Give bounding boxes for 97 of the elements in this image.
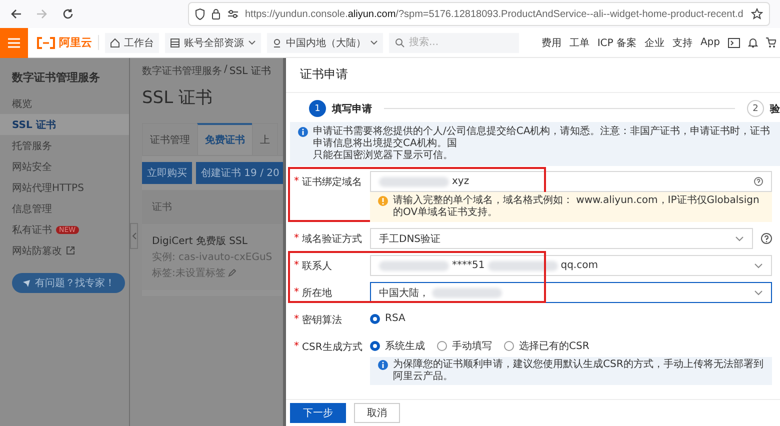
sliders-icon <box>227 8 239 20</box>
chevron-down-icon <box>735 236 744 242</box>
info-icon <box>298 127 308 137</box>
redaction-blur <box>432 288 502 298</box>
breadcrumb-item[interactable]: 数字证书管理服务 <box>142 64 222 78</box>
action-button[interactable]: 创建证书 19 / 20 <box>196 162 283 184</box>
caret-icon <box>370 40 378 46</box>
select-field[interactable]: 手工DNS验证 <box>370 228 753 249</box>
field-value: xyz <box>452 176 470 187</box>
required-mark: * <box>294 233 299 244</box>
reload-icon[interactable] <box>62 8 74 20</box>
redaction-blur <box>488 260 558 270</box>
breadcrumb-separator: / <box>224 64 228 77</box>
radio-button[interactable] <box>437 340 447 350</box>
radio-button[interactable] <box>504 340 514 350</box>
nav-link[interactable]: 企业 <box>644 36 664 50</box>
required-mark: * <box>294 260 299 271</box>
step-number: 2 <box>747 100 764 117</box>
warning-icon <box>378 196 388 206</box>
radio-option[interactable]: RSA <box>370 313 406 324</box>
chevron-down-icon <box>754 290 763 296</box>
chevron-left-icon <box>132 232 136 240</box>
terminal-icon[interactable] <box>728 38 740 48</box>
drawer-title: 证书申请 <box>286 58 780 93</box>
region-dropdown[interactable]: 中国内地（大陆） <box>267 32 383 52</box>
info-icon <box>378 360 388 370</box>
required-mark: * <box>294 287 299 298</box>
nav-link[interactable]: ICP 备案 <box>597 36 636 50</box>
step-number: 1 <box>309 100 326 117</box>
help-button[interactable]: 有问题？找专家！ <box>12 273 125 293</box>
field-label: 证书绑定域名 <box>302 176 362 188</box>
cart-icon[interactable] <box>766 37 776 48</box>
radio-option[interactable]: 手动填写 <box>437 338 492 352</box>
chevron-down-icon <box>754 262 763 268</box>
step-label: 验 <box>770 102 780 116</box>
lock-icon <box>211 8 221 20</box>
field-value: 手工DNS验证 <box>379 232 441 246</box>
nav-link[interactable]: 工单 <box>569 36 590 50</box>
workbench-button[interactable]: 工作台 <box>105 32 159 52</box>
menu-icon <box>7 36 21 48</box>
url-text: https://yundun.console.aliyun.com/?spm=5176.12818093.ProductAndService--ali--widget-home-product-recent.d <box>245 8 744 20</box>
action-button[interactable]: 立即购买 <box>142 162 192 184</box>
notice-text: 只能在国密浏览器下显示可信。 <box>313 150 454 162</box>
radio-option[interactable]: 系统生成 <box>370 338 425 352</box>
collapse-handle[interactable] <box>130 223 138 249</box>
field-label: 密钥算法 <box>302 314 342 326</box>
required-mark: * <box>294 341 299 352</box>
radio-button[interactable] <box>370 340 380 350</box>
sidebar-item[interactable]: SSL 证书 <box>0 114 129 135</box>
back-icon[interactable] <box>10 8 22 20</box>
note-text: 为保障您的证书顺利申请，建议您使用默认生成CSR的方式，手动上传将无法部署到阿里云产品。 <box>393 359 764 383</box>
field-label: CSR生成方式 <box>302 340 362 354</box>
logo-icon <box>36 36 56 48</box>
logo: 阿里云 <box>34 35 99 50</box>
field-label: 域名验证方式 <box>302 232 362 246</box>
nav-link[interactable]: 费用 <box>541 36 562 50</box>
bell-icon[interactable] <box>748 37 758 48</box>
field-value: 中国大陆， <box>379 286 429 300</box>
nav-link[interactable]: 支持 <box>672 36 692 50</box>
column-header: 证书 <box>142 190 283 224</box>
redaction-blur <box>379 260 449 270</box>
search-field[interactable]: 搜索... <box>389 32 519 52</box>
step-label: 填写申请 <box>332 102 372 116</box>
page-title: SSL 证书 <box>142 87 214 109</box>
select-field[interactable]: ****51 qq.com <box>370 255 772 276</box>
breadcrumb-item: SSL 证书 <box>229 64 271 78</box>
nav-link[interactable]: App <box>700 37 720 48</box>
required-mark: * <box>294 314 299 325</box>
radio-button[interactable] <box>370 314 380 324</box>
redaction-blur <box>379 176 449 186</box>
menu-button[interactable] <box>0 28 28 58</box>
next-button[interactable]: 下一步 <box>290 403 346 423</box>
input-field[interactable]: xyz <box>370 171 772 192</box>
list-icon <box>170 38 180 48</box>
hint-text: 请输入完整的单个域名，域名格式例如： www.aliyun.com，IP证书仅Globalsign的OV单域名证书支持。 <box>393 195 760 219</box>
shield-icon <box>195 8 205 20</box>
notice-text: 申请证书需要将您提供的个人/公司信息提交给CA机构，请知悉。注意：非国产证书，申请证书时，证书申请信息将出境提交CA机构。国 <box>313 126 772 150</box>
radio-label: 手动填写 <box>452 340 492 352</box>
field-label: 所在地 <box>302 286 332 300</box>
star-icon[interactable] <box>751 8 763 20</box>
certificate-name: DigiCert 免费版 SSL <box>152 234 248 248</box>
search-icon <box>395 38 405 48</box>
radio-label: 选择已有的CSR <box>519 340 590 352</box>
sidebar-title: 数字证书管理服务 <box>10 70 101 86</box>
caret-icon <box>248 40 256 46</box>
cancel-button[interactable]: 取消 <box>354 403 400 423</box>
radio-option[interactable]: 选择已有的CSR <box>504 338 590 352</box>
radio-label: 系统生成 <box>385 340 425 352</box>
address-bar[interactable]: https://yundun.console.aliyun.com/?spm=5176.12818093.ProductAndService--ali--widget-home-product-recent.d <box>188 2 770 26</box>
account-dropdown[interactable]: 账号全部资源 <box>165 32 261 52</box>
select-field[interactable]: 中国大陆， <box>370 282 772 303</box>
house-icon <box>110 38 120 48</box>
field-value: qq.com <box>560 260 598 271</box>
radio-label: RSA <box>385 313 406 324</box>
field-label: 联系人 <box>302 260 332 272</box>
required-mark: * <box>294 176 299 187</box>
field-value: ****51 <box>452 260 485 271</box>
